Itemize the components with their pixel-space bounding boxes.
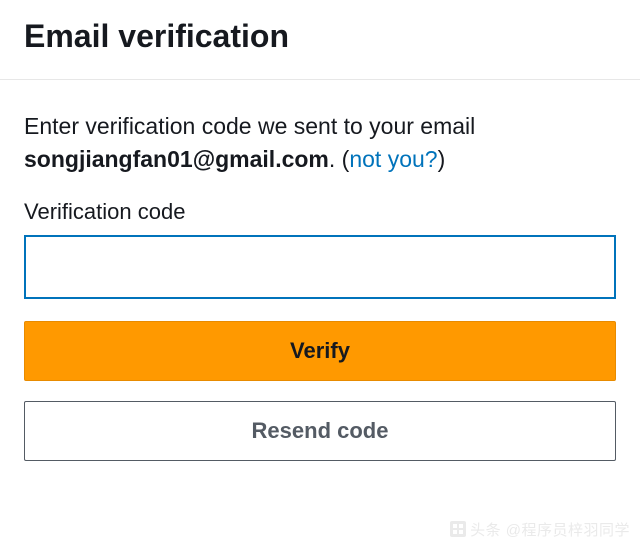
- not-you-link[interactable]: not you?: [349, 146, 437, 172]
- verification-code-input[interactable]: [24, 235, 616, 299]
- instruction-dot-open: . (: [329, 146, 349, 172]
- header: Email verification: [0, 0, 640, 80]
- instruction-prefix: Enter verification code we sent to your …: [24, 113, 475, 139]
- content: Enter verification code we sent to your …: [0, 80, 640, 461]
- verify-button[interactable]: Verify: [24, 321, 616, 381]
- resend-code-button-label: Resend code: [252, 418, 389, 444]
- email-address: songjiangfan01@gmail.com: [24, 146, 329, 172]
- resend-code-button[interactable]: Resend code: [24, 401, 616, 461]
- watermark: 头条 @程序员梓羽同学: [450, 519, 630, 541]
- watermark-text: 头条 @程序员梓羽同学: [470, 522, 630, 539]
- verify-button-label: Verify: [290, 338, 350, 364]
- watermark-icon: [450, 521, 466, 541]
- instruction-close: ): [438, 146, 446, 172]
- verification-code-label: Verification code: [24, 199, 616, 225]
- page-title: Email verification: [24, 18, 616, 55]
- instruction-text: Enter verification code we sent to your …: [24, 110, 616, 177]
